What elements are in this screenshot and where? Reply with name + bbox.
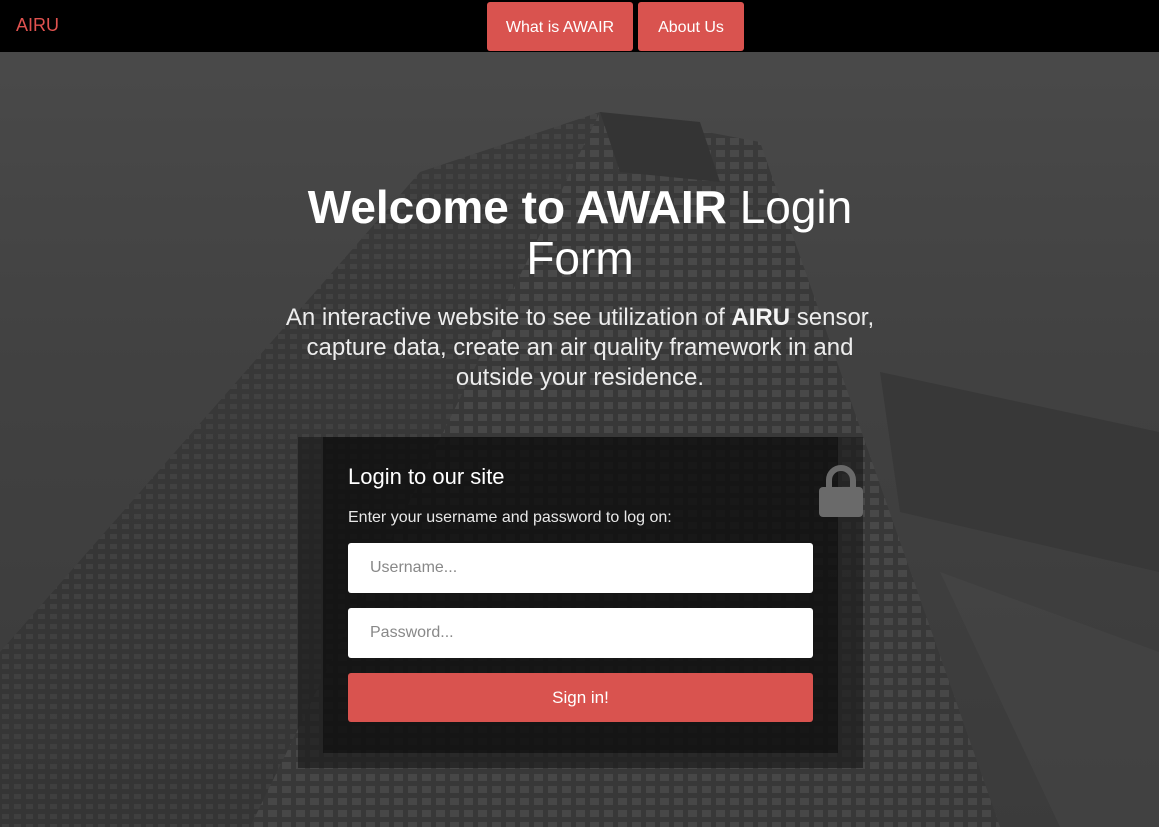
navbar: AIRU What is AWAIR About Us [0,0,1159,52]
sign-in-button[interactable]: Sign in! [348,673,813,722]
username-input[interactable] [348,543,813,593]
page-title-bold: Welcome to AWAIR [307,181,727,233]
login-panel: Login to our site Enter your username an… [298,437,863,768]
brand-logo[interactable]: AIRU [16,15,59,36]
login-title: Login to our site [348,464,505,489]
subtitle-part-1: An interactive website to see utilizatio… [285,304,725,331]
page-subtitle: An interactive website to see utilizatio… [270,303,890,393]
nav-what-is-awair[interactable]: What is AWAIR [487,2,633,51]
subtitle-bold: AIRU [731,304,791,331]
lock-icon [819,465,863,517]
password-input[interactable] [348,608,813,658]
login-description: Enter your username and password to log … [348,509,672,526]
nav-about-us[interactable]: About Us [638,2,744,51]
page-title: Welcome to AWAIR Login Form [280,182,880,284]
